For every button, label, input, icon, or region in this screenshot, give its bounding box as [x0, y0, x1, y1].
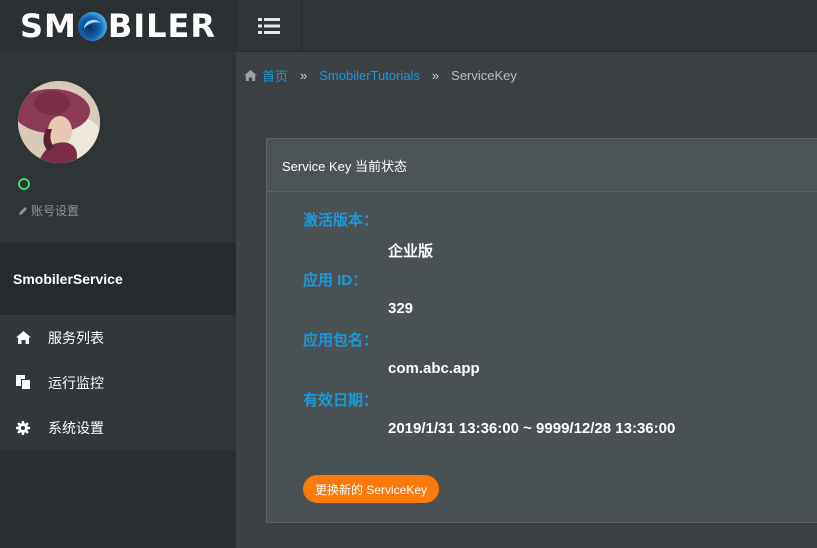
breadcrumb-project-link[interactable]: SmobilerTutorials — [319, 68, 420, 83]
sidebar-item-service-list[interactable]: 服务列表 — [0, 315, 236, 360]
panel-title: Service Key 当前状态 — [267, 139, 817, 192]
sidebar-item-label: 系统设置 — [48, 419, 104, 436]
avatar-image — [18, 81, 100, 163]
account-settings-label: 账号设置 — [31, 204, 80, 218]
home-icon — [244, 70, 257, 81]
valid-date-label: 有效日期： — [303, 392, 379, 409]
breadcrumb-home-link[interactable]: 首页 — [262, 66, 288, 85]
sidebar-footer — [0, 450, 236, 548]
service-key-panel: Service Key 当前状态 激活版本： 企业版 应用 ID： 329 应用… — [266, 138, 817, 523]
service-name: SmobilerService — [0, 242, 236, 315]
smobiler-logo: SM BILER — [20, 7, 216, 45]
logo-text-right: BILER — [107, 7, 217, 45]
online-status-icon — [18, 178, 30, 190]
avatar[interactable] — [18, 81, 100, 163]
breadcrumb-current: ServiceKey — [451, 68, 517, 83]
sidebar-item-system-settings[interactable]: 系统设置 — [0, 405, 236, 450]
home-icon — [16, 331, 31, 344]
gear-icon — [16, 420, 30, 435]
sidebar: 账号设置 SmobilerService 服务列表 运行监控 系统设置 — [0, 52, 236, 548]
package-name-value: com.abc.app — [388, 360, 480, 377]
sidebar-item-label: 服务列表 — [48, 329, 104, 346]
breadcrumb-separator: » — [431, 68, 440, 83]
logo-area[interactable]: SM BILER — [0, 0, 236, 52]
account-settings-link[interactable]: 账号设置 — [18, 202, 79, 219]
sidebar-item-label: 运行监控 — [48, 374, 104, 391]
valid-date-value: 2019/1/31 13:36:00 ~ 9999/12/28 13:36:00 — [388, 420, 676, 437]
breadcrumb-separator: » — [300, 68, 308, 83]
logo-globe-icon — [77, 11, 107, 41]
menu-toggle-button[interactable] — [236, 0, 302, 52]
user-profile: 账号设置 — [0, 52, 236, 242]
package-name-label: 应用包名： — [303, 332, 379, 349]
list-icon — [258, 18, 280, 34]
app-id-label: 应用 ID： — [303, 272, 368, 289]
edition-label: 激活版本： — [303, 212, 379, 229]
breadcrumb: 首页 » SmobilerTutorials » ServiceKey — [244, 66, 517, 85]
edition-value: 企业版 — [388, 243, 434, 260]
pencil-icon — [19, 206, 27, 215]
replace-service-key-button[interactable]: 更换新的 ServiceKey — [303, 475, 440, 503]
top-bar: SM BILER — [0, 0, 817, 52]
copy-icon — [16, 375, 31, 390]
sidebar-item-monitor[interactable]: 运行监控 — [0, 360, 236, 405]
app-id-value: 329 — [388, 300, 414, 317]
logo-text-left: SM — [19, 7, 77, 45]
sidebar-nav: 服务列表 运行监控 系统设置 — [0, 315, 236, 450]
